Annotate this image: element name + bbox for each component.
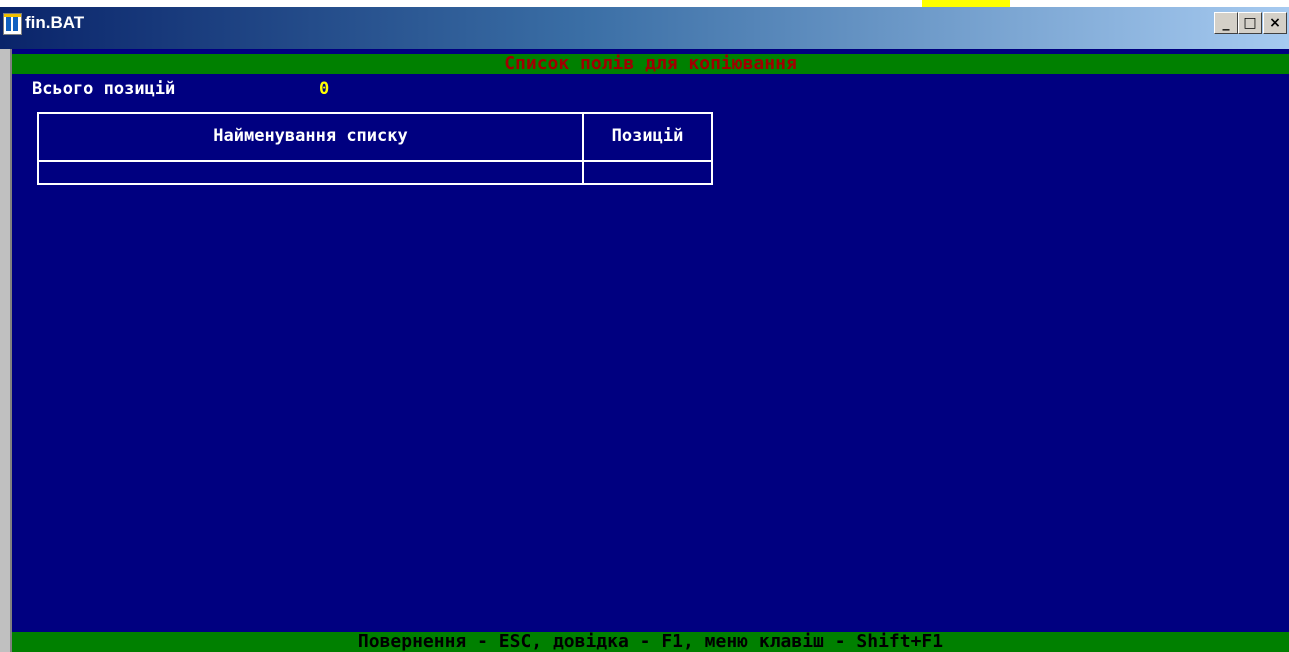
console-area[interactable]: Список полів для копіювання Всього позиц… <box>12 49 1289 652</box>
status-bar: Повернення - ESC, довідка - F1, меню кла… <box>12 632 1289 652</box>
total-positions-label: Всього позицій <box>32 79 176 99</box>
title-bar[interactable]: fin.BAT _ □ × <box>0 7 1289 49</box>
highlight-mark <box>922 0 1010 7</box>
list-table[interactable]: Найменування списку Позицій <box>37 112 713 185</box>
total-positions-value: 0 <box>319 79 330 99</box>
column-divider <box>582 114 584 183</box>
window-left-frame <box>0 49 12 652</box>
maximize-button[interactable]: □ <box>1238 12 1262 34</box>
header-row-divider <box>39 160 711 162</box>
column-header-positions: Позицій <box>611 126 684 146</box>
console-app-icon[interactable] <box>3 13 22 35</box>
window-title: fin.BAT <box>25 13 85 32</box>
console-window: fin.BAT _ □ × Список полів для копіюванн… <box>0 7 1289 652</box>
close-button[interactable]: × <box>1263 12 1287 34</box>
minimize-button[interactable]: _ <box>1214 12 1238 34</box>
header-bar: Список полів для копіювання <box>12 54 1289 74</box>
page-top-strip <box>0 0 1289 7</box>
column-header-name: Найменування списку <box>213 126 408 146</box>
